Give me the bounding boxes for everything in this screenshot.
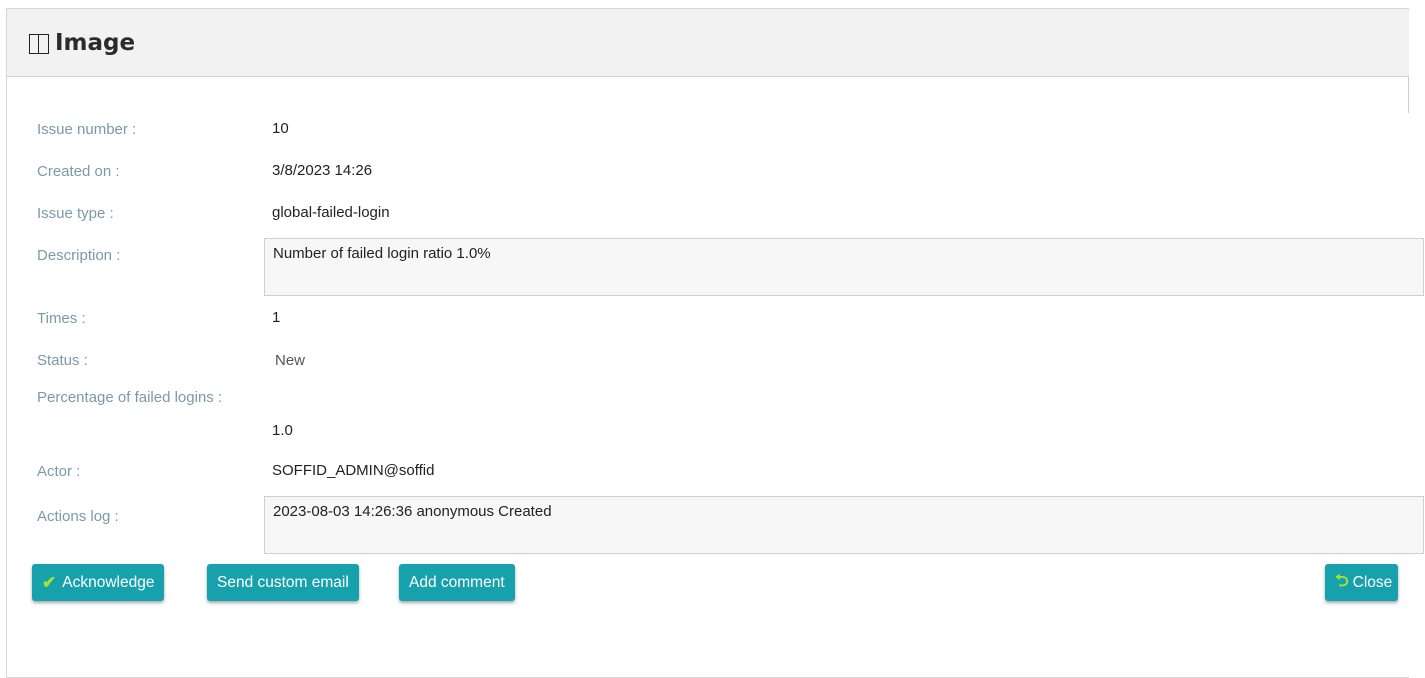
back-arrow-icon: ⮌ xyxy=(1335,571,1349,590)
issue-type-value: global-failed-login xyxy=(272,204,390,221)
percentage-value: 1.0 xyxy=(272,422,293,439)
send-custom-email-button[interactable]: Send custom email xyxy=(207,564,359,601)
acknowledge-label: Acknowledge xyxy=(62,573,155,591)
book-icon xyxy=(29,33,49,54)
issue-window: Image Issue number : 10 Created on : 3/8… xyxy=(6,8,1424,678)
window-header: Image xyxy=(7,9,1409,77)
times-label: Times : xyxy=(37,310,86,327)
divider xyxy=(1408,77,1409,113)
actor-label: Actor : xyxy=(37,463,81,480)
created-on-label: Created on : xyxy=(37,163,120,180)
percentage-label: Percentage of failed logins : xyxy=(37,389,223,406)
actor-value: SOFFID_ADMIN@soffid xyxy=(272,462,435,479)
issue-number-label: Issue number : xyxy=(37,121,137,138)
add-comment-button[interactable]: Add comment xyxy=(399,564,515,601)
description-field[interactable]: Number of failed login ratio 1.0% xyxy=(264,238,1424,296)
actions-log-label: Actions log : xyxy=(37,508,119,525)
acknowledge-button[interactable]: ✔ Acknowledge xyxy=(32,564,165,601)
issue-number-value: 10 xyxy=(272,120,289,137)
close-button[interactable]: ⮌ Close xyxy=(1325,564,1399,601)
status-label: Status : xyxy=(37,352,88,369)
close-label: Close xyxy=(1352,573,1393,591)
created-on-value: 3/8/2023 14:26 xyxy=(272,162,373,179)
window-title: Image xyxy=(55,29,136,56)
description-label: Description : xyxy=(37,247,121,264)
status-value: New xyxy=(275,352,306,369)
times-value: 1 xyxy=(272,309,281,326)
actions-log-field[interactable]: 2023-08-03 14:26:36 anonymous Created xyxy=(264,496,1424,554)
issue-type-label: Issue type : xyxy=(37,205,114,222)
check-icon: ✔ xyxy=(42,572,57,592)
